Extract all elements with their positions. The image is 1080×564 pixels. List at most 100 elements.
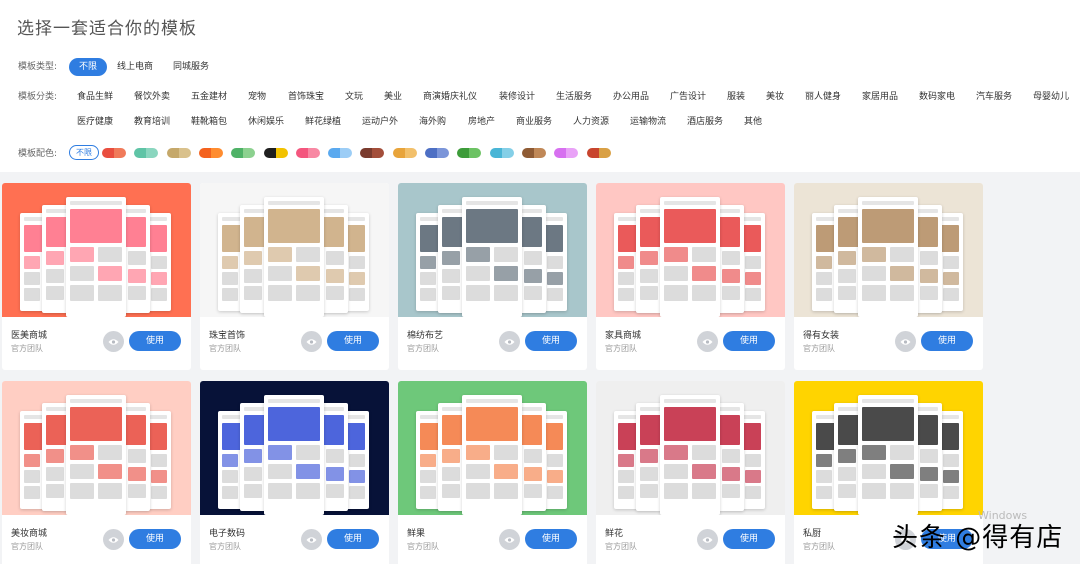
type-option-all[interactable]: 不限 (69, 58, 108, 76)
template-card[interactable]: 珠宝首饰 官方团队 使用 (200, 183, 389, 370)
category-option[interactable]: 母婴幼儿 (1033, 89, 1069, 105)
category-option[interactable]: 休闲娱乐 (248, 114, 284, 130)
use-template-button[interactable]: 使用 (129, 331, 181, 351)
use-template-button[interactable]: 使用 (723, 529, 775, 549)
category-option[interactable]: 文玩 (345, 89, 363, 105)
color-swatch[interactable] (489, 148, 514, 158)
category-option[interactable]: 办公用品 (613, 89, 649, 105)
template-card[interactable]: 鲜花 官方团队 使用 (596, 381, 785, 564)
eye-icon (702, 338, 713, 345)
category-option[interactable]: 食品生鲜 (77, 89, 113, 105)
category-option[interactable]: 海外购 (419, 114, 446, 130)
use-template-button[interactable]: 使用 (327, 331, 379, 351)
template-name: 私厨 (803, 529, 822, 539)
eye-icon (900, 338, 911, 345)
category-option[interactable]: 美妆 (766, 89, 784, 105)
template-thumbnail[interactable] (2, 381, 191, 515)
template-card[interactable]: 鲜果 官方团队 使用 (398, 381, 587, 564)
category-option[interactable]: 鞋靴箱包 (191, 114, 227, 130)
color-swatch[interactable] (166, 148, 191, 158)
template-preview-screen (66, 197, 126, 317)
category-option[interactable]: 服装 (727, 89, 745, 105)
color-swatch[interactable] (586, 148, 611, 158)
use-template-button[interactable]: 使用 (921, 331, 973, 351)
color-swatch[interactable] (425, 148, 449, 158)
color-swatch[interactable] (360, 148, 385, 158)
template-thumbnail[interactable] (794, 183, 983, 317)
category-option[interactable]: 运输物流 (630, 114, 666, 130)
eye-icon (702, 536, 713, 543)
preview-button[interactable] (103, 331, 124, 352)
preview-button[interactable] (499, 529, 520, 550)
template-author: 官方团队 (803, 542, 835, 551)
category-option[interactable]: 数码家电 (919, 89, 955, 105)
category-option[interactable]: 家居用品 (862, 89, 898, 105)
color-swatch[interactable] (521, 148, 546, 158)
category-option[interactable]: 鲜花绿植 (305, 114, 341, 130)
category-option[interactable]: 汽车服务 (976, 89, 1012, 105)
category-option[interactable]: 商业服务 (516, 114, 552, 130)
template-card[interactable]: 美妆商城 官方团队 使用 (2, 381, 191, 564)
color-swatch[interactable] (102, 148, 126, 158)
color-swatch[interactable] (263, 148, 288, 158)
color-swatch[interactable] (554, 148, 579, 158)
template-thumbnail[interactable] (398, 381, 587, 515)
color-swatch[interactable] (392, 148, 417, 158)
template-preview-screen (264, 197, 324, 317)
preview-button[interactable] (895, 331, 916, 352)
template-thumbnail[interactable] (596, 381, 785, 515)
preview-button[interactable] (301, 529, 322, 550)
use-template-button[interactable]: 使用 (723, 331, 775, 351)
category-option[interactable]: 广告设计 (670, 89, 706, 105)
category-option[interactable]: 人力资源 (573, 114, 609, 130)
template-thumbnail[interactable] (596, 183, 785, 317)
category-option[interactable]: 宠物 (248, 89, 266, 105)
preview-button[interactable] (499, 331, 520, 352)
type-option-local[interactable]: 同城服务 (173, 59, 209, 75)
use-template-button[interactable]: 使用 (525, 529, 577, 549)
color-swatch[interactable] (198, 148, 223, 158)
template-card[interactable]: 棉纺布艺 官方团队 使用 (398, 183, 587, 370)
template-card[interactable]: 医美商城 官方团队 使用 (2, 183, 191, 370)
type-option-online[interactable]: 线上电商 (117, 59, 153, 75)
template-thumbnail[interactable] (200, 381, 389, 515)
category-option[interactable]: 医疗健康 (77, 114, 113, 130)
color-swatch[interactable] (328, 148, 353, 158)
template-card[interactable]: 电子数码 官方团队 使用 (200, 381, 389, 564)
use-template-button[interactable]: 使用 (129, 529, 181, 549)
category-option[interactable]: 教育培训 (134, 114, 170, 130)
preview-button[interactable] (301, 331, 322, 352)
category-option[interactable]: 五金建材 (191, 89, 227, 105)
use-template-button[interactable]: 使用 (327, 529, 379, 549)
category-option[interactable]: 酒店服务 (687, 114, 723, 130)
color-swatch[interactable] (457, 148, 482, 158)
category-option[interactable]: 餐饮外卖 (134, 89, 170, 105)
template-thumbnail[interactable] (398, 183, 587, 317)
template-category-label: 模板分类: (18, 92, 58, 102)
color-swatch[interactable] (231, 148, 256, 158)
category-option[interactable]: 装修设计 (499, 89, 535, 105)
color-swatch[interactable] (134, 148, 159, 158)
color-swatch[interactable] (295, 148, 320, 158)
template-thumbnail[interactable] (200, 183, 389, 317)
category-option[interactable]: 美业 (384, 89, 402, 105)
category-option[interactable]: 丽人健身 (805, 89, 841, 105)
template-preview-screen (858, 395, 918, 515)
template-card[interactable]: 家具商城 官方团队 使用 (596, 183, 785, 370)
use-template-button[interactable]: 使用 (525, 331, 577, 351)
category-option[interactable]: 房地产 (468, 114, 495, 130)
preview-button[interactable] (103, 529, 124, 550)
category-option[interactable]: 运动户外 (362, 114, 398, 130)
template-card[interactable]: 得有女装 官方团队 使用 (794, 183, 983, 370)
template-thumbnail[interactable] (2, 183, 191, 317)
preview-button[interactable] (697, 529, 718, 550)
template-name: 电子数码 (209, 529, 246, 539)
color-option-all[interactable]: 不限 (69, 145, 99, 160)
category-option[interactable]: 首饰珠宝 (288, 89, 324, 105)
category-option[interactable]: 生活服务 (556, 89, 592, 105)
eye-icon (504, 536, 515, 543)
template-thumbnail[interactable] (794, 381, 983, 515)
category-option[interactable]: 其他 (744, 114, 762, 130)
category-option[interactable]: 商演婚庆礼仪 (423, 89, 477, 105)
preview-button[interactable] (697, 331, 718, 352)
